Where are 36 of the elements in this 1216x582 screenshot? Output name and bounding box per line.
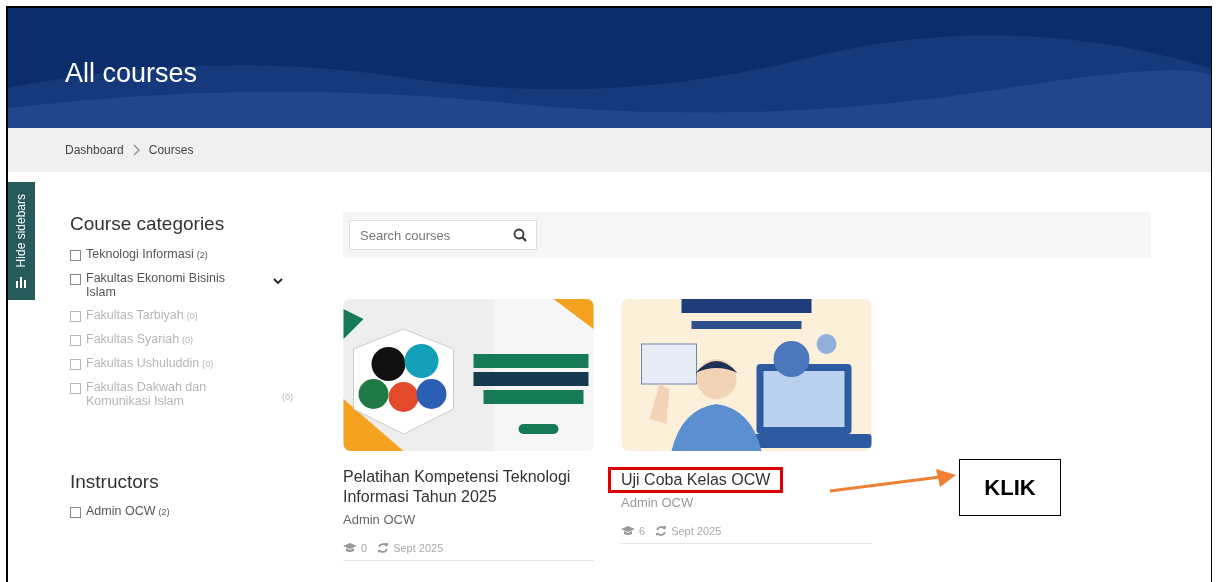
callout-label: KLIK — [959, 459, 1061, 516]
instructor-name: Admin OCW — [621, 494, 695, 512]
hide-sidebars-tab[interactable]: Hide sidebars — [7, 182, 35, 300]
count-label: (0) — [202, 357, 214, 371]
count-label: (2) — [196, 248, 208, 262]
refresh-icon — [655, 524, 668, 537]
filter-label[interactable]: Teknologi Informasi — [86, 246, 194, 261]
filter-label[interactable]: Admin OCW — [86, 504, 156, 518]
course-title-link[interactable]: Pelatihan Kompetensi Teknologi Informasi Tahun 2025 — [343, 467, 594, 507]
updated-date: Sept 2025 — [393, 540, 444, 556]
chevron-down-icon[interactable] — [273, 276, 283, 285]
checkbox[interactable] — [70, 249, 81, 261]
instructor-name: Admin OCW — [343, 511, 417, 529]
search-icon — [513, 228, 527, 242]
section-heading: Instructors — [70, 469, 160, 494]
updated-date: Sept 2025 — [671, 523, 722, 539]
course-title-link[interactable]: Uji Coba Kelas OCW — [608, 467, 784, 493]
refresh-icon — [377, 541, 390, 554]
page-title: All courses — [65, 57, 198, 90]
checkbox[interactable] — [70, 507, 81, 518]
filter-label[interactable]: Fakultas Ekonomi Bisinis Islam — [86, 270, 236, 299]
student-count: 6 — [639, 523, 646, 539]
section-heading: Course categories — [70, 212, 226, 236]
student-count: 0 — [361, 540, 368, 556]
graduation-cap-icon — [621, 525, 635, 536]
breadcrumb-link[interactable]: Dashboard — [65, 141, 124, 159]
search-field[interactable]: Search courses — [349, 220, 537, 250]
graduation-cap-icon — [343, 542, 357, 553]
count-label: (0) — [182, 333, 194, 347]
count-label: (0) — [186, 309, 198, 323]
count-label: (0) — [282, 390, 293, 404]
breadcrumb-current: Courses — [148, 142, 194, 159]
count-label: (2) — [158, 506, 170, 519]
chevron-right-icon — [131, 144, 141, 156]
bar-chart-icon — [15, 275, 27, 288]
checkbox[interactable] — [70, 273, 81, 285]
